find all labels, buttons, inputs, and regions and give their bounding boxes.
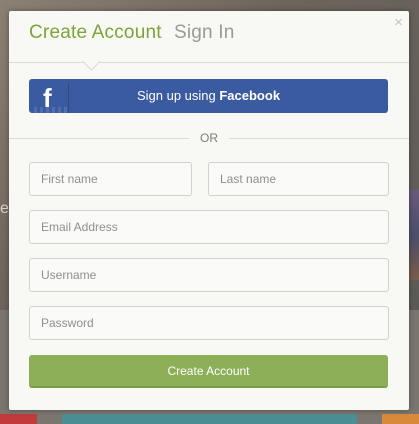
password-field[interactable] xyxy=(29,306,389,340)
background-strip-orange xyxy=(382,414,419,424)
facebook-signup-prefix: Sign up using xyxy=(136,88,220,103)
modal-tabs: Create Account Sign In xyxy=(9,11,409,71)
facebook-signup-label: Sign up using Facebook xyxy=(29,88,388,103)
or-divider: OR xyxy=(9,131,409,145)
last-name-input[interactable] xyxy=(209,163,388,195)
or-label: OR xyxy=(200,131,218,145)
username-field[interactable] xyxy=(29,258,389,292)
active-tab-indicator xyxy=(82,52,101,71)
email-input[interactable] xyxy=(30,211,388,243)
tab-create-account[interactable]: Create Account xyxy=(29,22,162,44)
close-icon[interactable]: × xyxy=(394,14,403,31)
last-name-field[interactable] xyxy=(208,162,389,196)
first-name-field[interactable] xyxy=(29,162,192,196)
email-field[interactable] xyxy=(29,210,389,244)
tab-sign-in[interactable]: Sign In xyxy=(174,22,235,44)
facebook-brand-text: Facebook xyxy=(219,88,281,103)
background-strip-red xyxy=(0,414,37,424)
username-input[interactable] xyxy=(30,259,388,291)
signup-modal: Create Account Sign In × f Sign up using… xyxy=(9,11,409,410)
create-account-button[interactable]: Create Account xyxy=(29,355,388,388)
background-thumbnails xyxy=(409,190,419,280)
first-name-input[interactable] xyxy=(30,163,191,195)
password-input[interactable] xyxy=(30,307,388,339)
background-strip-teal xyxy=(62,414,357,424)
facebook-signup-button[interactable]: f Sign up using Facebook xyxy=(29,79,388,113)
